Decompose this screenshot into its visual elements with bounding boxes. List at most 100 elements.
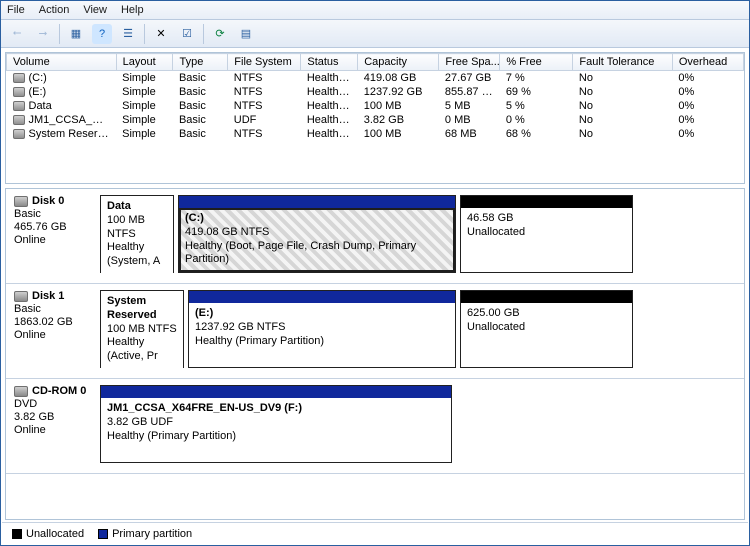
cell: 1237.92 GB — [358, 85, 439, 99]
menu-action[interactable]: Action — [39, 4, 70, 16]
delete-icon[interactable]: ✕ — [151, 24, 171, 44]
cell: Healthy (P... — [301, 113, 358, 127]
properties-icon[interactable]: ☰ — [118, 24, 138, 44]
refresh-icon[interactable]: ⟳ — [210, 24, 230, 44]
disk-state: Online — [14, 424, 92, 436]
partition-size: 625.00 GB — [467, 307, 520, 319]
cell: 68 MB — [439, 127, 500, 141]
cell: Basic — [173, 71, 228, 86]
disk-label[interactable]: CD-ROM 0DVD3.82 GBOnline — [6, 379, 100, 473]
partition-title: (E:) — [195, 307, 213, 319]
cell: NTFS — [228, 71, 301, 86]
disk-icon — [14, 386, 28, 397]
menubar[interactable]: File Action View Help — [1, 1, 749, 20]
disk-icon — [14, 196, 28, 207]
cell: No — [573, 113, 672, 127]
partition[interactable]: JM1_CCSA_X64FRE_EN-US_DV9 (F:) 3.82 GB UD… — [100, 385, 452, 463]
column-header[interactable]: % Free — [500, 54, 573, 71]
disk-state: Online — [14, 234, 92, 246]
volume-row[interactable]: (E:)SimpleBasicNTFSHealthy (P...1237.92 … — [7, 85, 744, 99]
column-header[interactable]: Status — [301, 54, 358, 71]
column-header[interactable]: Overhead — [672, 54, 743, 71]
partition[interactable]: System Reserved100 MB NTFSHealthy (Activ… — [100, 290, 184, 368]
drive-icon — [13, 115, 25, 125]
partition-size: 100 MB NTFS — [107, 323, 177, 335]
cell: 69 % — [500, 85, 573, 99]
partition-status: Healthy (Active, Pr — [107, 336, 158, 362]
column-header[interactable]: File System — [228, 54, 301, 71]
column-header[interactable]: Type — [173, 54, 228, 71]
cell: NTFS — [228, 127, 301, 141]
volume-row[interactable]: DataSimpleBasicNTFSHealthy (S...100 MB5 … — [7, 99, 744, 113]
cell: NTFS — [228, 99, 301, 113]
menu-help[interactable]: Help — [121, 4, 144, 16]
partition[interactable]: Data 100 MB NTFSHealthy (System, A — [100, 195, 174, 273]
partition-status: Unallocated — [467, 321, 525, 333]
cell: Simple — [116, 71, 173, 86]
disk-label[interactable]: Disk 0Basic465.76 GBOnline — [6, 189, 100, 283]
cell: No — [573, 127, 672, 141]
volume-row[interactable]: JM1_CCSA_X64FR...SimpleBasicUDFHealthy (… — [7, 113, 744, 127]
column-header[interactable]: Layout — [116, 54, 173, 71]
disk-name: CD-ROM 0 — [32, 385, 86, 397]
cell: No — [573, 71, 672, 86]
column-header[interactable]: Volume — [7, 54, 117, 71]
legend-label-primary: Primary partition — [112, 528, 192, 540]
partition[interactable]: (C:)419.08 GB NTFSHealthy (Boot, Page Fi… — [178, 195, 456, 273]
menu-file[interactable]: File — [7, 4, 25, 16]
partition-title: Data — [107, 200, 131, 212]
cell: Healthy (A... — [301, 127, 358, 141]
partition-color-bar — [189, 291, 455, 303]
column-header[interactable]: Free Spa... — [439, 54, 500, 71]
show-tree-icon[interactable]: ▦ — [66, 24, 86, 44]
partition-title: JM1_CCSA_X64FRE_EN-US_DV9 (F:) — [107, 402, 302, 414]
disk-label[interactable]: Disk 1Basic1863.02 GBOnline — [6, 284, 100, 378]
column-header[interactable]: Capacity — [358, 54, 439, 71]
drive-icon — [13, 73, 25, 83]
disk-partitions: JM1_CCSA_X64FRE_EN-US_DV9 (F:) 3.82 GB UD… — [100, 379, 744, 473]
partition-info: (C:)419.08 GB NTFSHealthy (Boot, Page Fi… — [179, 208, 455, 272]
list-icon[interactable]: ▤ — [236, 24, 256, 44]
disk-kind: Basic — [14, 303, 92, 315]
volume-list[interactable]: VolumeLayoutTypeFile SystemStatusCapacit… — [5, 52, 745, 184]
partition-unallocated[interactable]: 625.00 GB Unallocated — [460, 290, 633, 368]
cell: No — [573, 99, 672, 113]
disk-partitions: Data 100 MB NTFSHealthy (System, A (C:)419… — [100, 189, 744, 283]
toolbar-divider — [203, 24, 204, 44]
volume-row[interactable]: System Reserved (...SimpleBasicNTFSHealt… — [7, 127, 744, 141]
cell: Simple — [116, 127, 173, 141]
partition-info: Data 100 MB NTFSHealthy (System, A — [101, 196, 173, 273]
cell: 419.08 GB — [358, 71, 439, 86]
help-icon[interactable]: ? — [92, 24, 112, 44]
partition-unallocated[interactable]: 46.58 GBUnallocated — [460, 195, 633, 273]
partition[interactable]: (E:)1237.92 GB NTFSHealthy (Primary Part… — [188, 290, 456, 368]
partition-size: 46.58 GB — [467, 212, 513, 224]
cell: Basic — [173, 85, 228, 99]
cell: 0% — [672, 71, 743, 86]
toolbar-divider — [59, 24, 60, 44]
cell: Simple — [116, 99, 173, 113]
partition-status: Healthy (System, A — [107, 241, 160, 267]
disk-name: Disk 0 — [32, 195, 64, 207]
disk-map-panel[interactable]: Disk 0Basic465.76 GBOnline Data 100 MB NTF… — [5, 188, 745, 520]
column-header[interactable]: Fault Tolerance — [573, 54, 672, 71]
nav-back-icon[interactable]: ⭠ — [7, 24, 27, 44]
nav-forward-icon[interactable]: ⭢ — [33, 24, 53, 44]
cell: NTFS — [228, 85, 301, 99]
cell: 0% — [672, 99, 743, 113]
cell: No — [573, 85, 672, 99]
settings-icon[interactable]: ☑ — [177, 24, 197, 44]
partition-color-bar — [101, 386, 451, 398]
cell: Basic — [173, 127, 228, 141]
partition-info: (E:)1237.92 GB NTFSHealthy (Primary Part… — [189, 303, 455, 367]
cell: 3.82 GB — [358, 113, 439, 127]
cell: (C:) — [7, 71, 117, 86]
cell: 855.87 GB — [439, 85, 500, 99]
partition-size: 100 MB NTFS — [107, 214, 145, 240]
cell: 5 % — [500, 99, 573, 113]
partition-size: 3.82 GB UDF — [107, 416, 173, 428]
menu-view[interactable]: View — [83, 4, 107, 16]
volume-row[interactable]: (C:)SimpleBasicNTFSHealthy (B...419.08 G… — [7, 71, 744, 86]
cell: Healthy (P... — [301, 85, 358, 99]
partition-status: Healthy (Primary Partition) — [195, 335, 324, 347]
